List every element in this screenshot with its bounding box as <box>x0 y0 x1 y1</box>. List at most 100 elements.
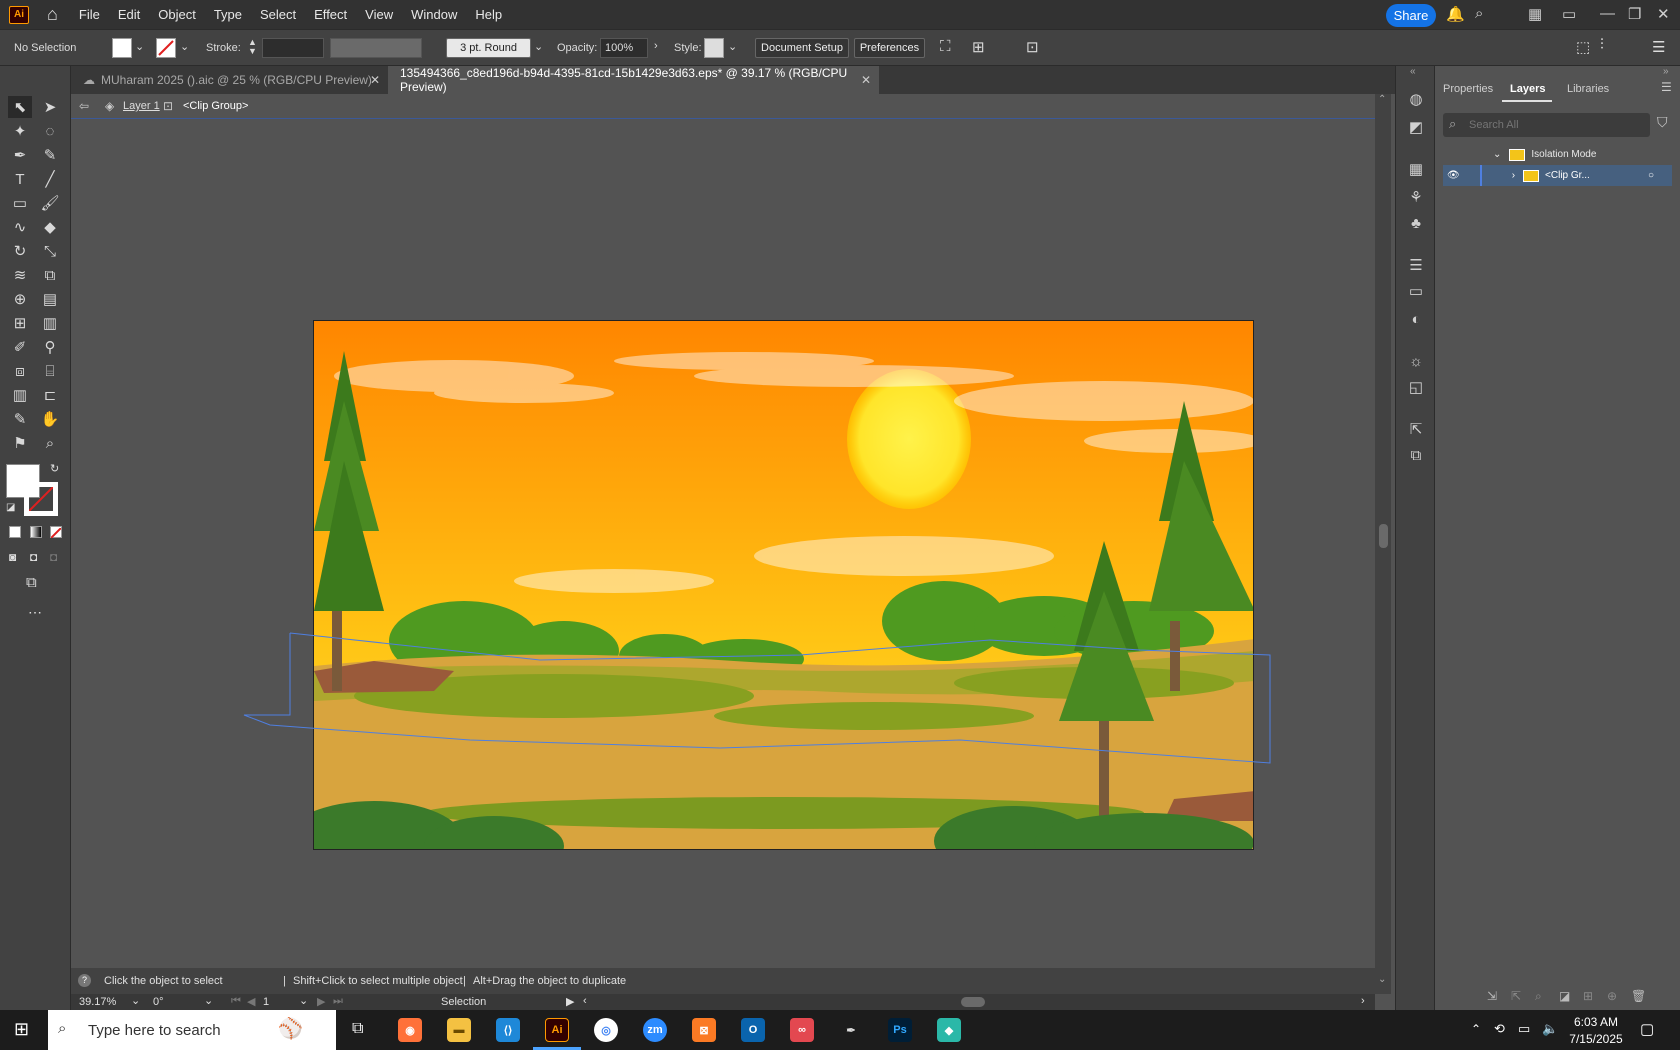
panel-icon[interactable]: ▭ <box>1562 5 1576 23</box>
swatches-icon[interactable]: ▦ <box>1407 160 1425 178</box>
color-guide-icon[interactable]: ◍ <box>1407 90 1425 108</box>
style-swatch[interactable] <box>704 38 724 58</box>
pen-app-icon[interactable]: ✒ <box>839 1018 863 1042</box>
none-mode-icon[interactable] <box>50 526 62 539</box>
transparency-icon[interactable]: ◐ <box>1407 310 1425 328</box>
artboards-icon[interactable]: ⧉ <box>1407 446 1425 464</box>
magic-wand-icon[interactable]: ✦ <box>8 120 32 142</box>
chevron-down-icon[interactable]: ⌄ <box>135 40 144 53</box>
close-tab-icon[interactable]: ✕ <box>861 73 871 87</box>
free-transform-icon[interactable]: ⧉ <box>38 264 62 286</box>
task-view-icon[interactable]: ⧉ <box>352 1020 363 1038</box>
network-icon[interactable]: ▭ <box>1518 1021 1530 1037</box>
vertical-scrollbar[interactable]: ⌃ ⌄ <box>1375 94 1391 994</box>
align-icon[interactable]: ⊞ <box>972 38 985 56</box>
stroke-weight-field[interactable] <box>262 38 324 58</box>
windows-start-icon[interactable]: ⊞ <box>14 1019 29 1040</box>
last-artboard-icon[interactable]: ⏭ <box>333 995 343 1008</box>
volume-icon[interactable]: 🔈 <box>1542 1021 1558 1037</box>
make-clip-icon[interactable]: ⇱ <box>1511 989 1521 1003</box>
breadcrumb-layer[interactable]: Layer 1 <box>123 100 160 112</box>
new-sublayer-icon[interactable]: ⊞ <box>1583 989 1593 1003</box>
swap-colors-icon[interactable]: ↻ <box>50 462 59 475</box>
notification-icon[interactable]: ▢ <box>1640 1020 1654 1038</box>
first-artboard-icon[interactable]: ⏮ <box>231 995 241 1008</box>
menu-icon[interactable]: ☰ <box>1652 38 1665 56</box>
scroll-left-icon[interactable]: ‹ <box>583 995 587 1007</box>
stepper-icon[interactable]: ▲ ▼ <box>248 38 257 56</box>
eraser-icon[interactable]: ◆ <box>38 216 62 238</box>
shaper-tool-icon[interactable]: ∿ <box>8 216 32 238</box>
default-colors-icon[interactable]: ◪ <box>6 502 15 513</box>
arrange-icon[interactable]: ⛶ <box>940 38 951 55</box>
outlook-icon[interactable]: O <box>741 1018 765 1042</box>
tray-update-icon[interactable]: ⟲ <box>1494 1021 1505 1037</box>
scroll-down-icon[interactable]: ⌄ <box>1378 974 1386 985</box>
xampp-icon[interactable]: ⊠ <box>692 1018 716 1042</box>
draw-inside-icon[interactable]: ◘ <box>50 550 57 564</box>
collapse-icon[interactable]: « <box>1410 66 1416 77</box>
collect-export-icon[interactable]: ⇲ <box>1487 989 1497 1003</box>
brush-definition[interactable]: 3 pt. Round <box>446 38 531 58</box>
clipping-mask-icon[interactable]: ◪ <box>1559 989 1570 1003</box>
lasso-icon[interactable]: ◌ <box>38 120 62 142</box>
chevron-down-icon[interactable]: ⌄ <box>728 40 737 53</box>
rotate-tool-icon[interactable]: ↻ <box>8 240 32 262</box>
illustrator-icon[interactable]: Ai <box>545 1018 569 1042</box>
search-input[interactable] <box>1469 117 1639 133</box>
help-icon[interactable]: ? <box>78 974 91 987</box>
menu-file[interactable]: File <box>70 7 109 22</box>
layer-row-clip-group[interactable]: 👁 › <Clip Gr... ○ <box>1443 165 1672 186</box>
fill-swatch[interactable] <box>112 38 132 58</box>
chevron-right-icon[interactable]: › <box>1512 170 1515 181</box>
menu-view[interactable]: View <box>356 7 402 22</box>
workspace-icon[interactable]: ▦ <box>1528 5 1542 23</box>
draw-behind-icon[interactable]: ◘ <box>30 550 37 564</box>
chevron-down-icon[interactable]: ⌄ <box>204 994 213 1007</box>
zoom-tool-icon[interactable]: ⌕ <box>38 432 62 454</box>
bell-icon[interactable]: 🔔 <box>1446 5 1465 23</box>
perspective-grid-icon[interactable]: ▤ <box>38 288 62 310</box>
document-setup-button[interactable]: Document Setup <box>755 38 849 58</box>
artboard-tool-icon[interactable]: ⊏ <box>38 384 62 406</box>
collapse-icon[interactable]: » <box>1663 66 1669 77</box>
horizontal-scroll-thumb[interactable] <box>961 997 985 1007</box>
vscode-icon[interactable]: ⟨⟩ <box>496 1018 520 1042</box>
tab-properties[interactable]: Properties <box>1443 83 1493 95</box>
blend-tool-icon[interactable]: ⧈ <box>8 360 32 382</box>
close-tab-icon[interactable]: ✕ <box>370 73 380 87</box>
opacity-field[interactable]: 100% <box>600 38 648 58</box>
minimize-icon[interactable]: — <box>1600 5 1615 22</box>
new-layer-icon[interactable]: ⊕ <box>1607 989 1617 1003</box>
graph-tool-icon[interactable]: ▥ <box>8 384 32 406</box>
eyedropper-icon[interactable]: ✐ <box>8 336 32 358</box>
scale-tool-icon[interactable]: ⤡ <box>38 240 62 262</box>
tool-menu-icon[interactable]: ▶ <box>566 995 574 1008</box>
next-artboard-icon[interactable]: ▶ <box>317 995 325 1008</box>
tab-libraries[interactable]: Libraries <box>1567 83 1609 95</box>
pen-tool-icon[interactable]: ✒ <box>8 144 32 166</box>
menu-edit[interactable]: Edit <box>109 7 149 22</box>
curvature-tool-icon[interactable]: ✎ <box>38 144 62 166</box>
tray-chevron-icon[interactable]: ⌃ <box>1471 1022 1481 1036</box>
close-icon[interactable]: ✕ <box>1657 5 1670 23</box>
firefox-icon[interactable]: ◉ <box>398 1018 422 1042</box>
scroll-right-icon[interactable]: › <box>1361 995 1365 1007</box>
tab-muharam[interactable]: ☁ MUharam 2025 ().aic @ 25 % (RGB/CPU Pr… <box>71 66 388 94</box>
chevron-down-icon[interactable]: ⌄ <box>180 40 189 53</box>
screen-mode-icon[interactable]: ⧉ <box>26 574 37 591</box>
locate-icon[interactable]: ⌕ <box>1535 989 1542 1004</box>
zoom-icon[interactable]: zm <box>643 1018 667 1042</box>
stroke-swatch[interactable] <box>156 38 176 58</box>
symbols-icon[interactable]: ♣ <box>1407 214 1425 232</box>
menu-object[interactable]: Object <box>149 7 205 22</box>
graphic-styles-icon[interactable]: ◱ <box>1407 378 1425 396</box>
shape-builder-icon[interactable]: ⊕ <box>8 288 32 310</box>
rotation-field[interactable]: 0° <box>153 996 164 1008</box>
transform-icon[interactable]: ⊡ <box>1026 38 1039 56</box>
warp-tool-icon[interactable]: ≋ <box>8 264 32 286</box>
layer-row-isolation[interactable]: ⌄ Isolation Mode <box>1443 144 1672 165</box>
gradient-panel-icon[interactable]: ▭ <box>1407 282 1425 300</box>
mesh-tool-icon[interactable]: ⊞ <box>8 312 32 334</box>
type-tool-icon[interactable]: T <box>8 168 32 190</box>
